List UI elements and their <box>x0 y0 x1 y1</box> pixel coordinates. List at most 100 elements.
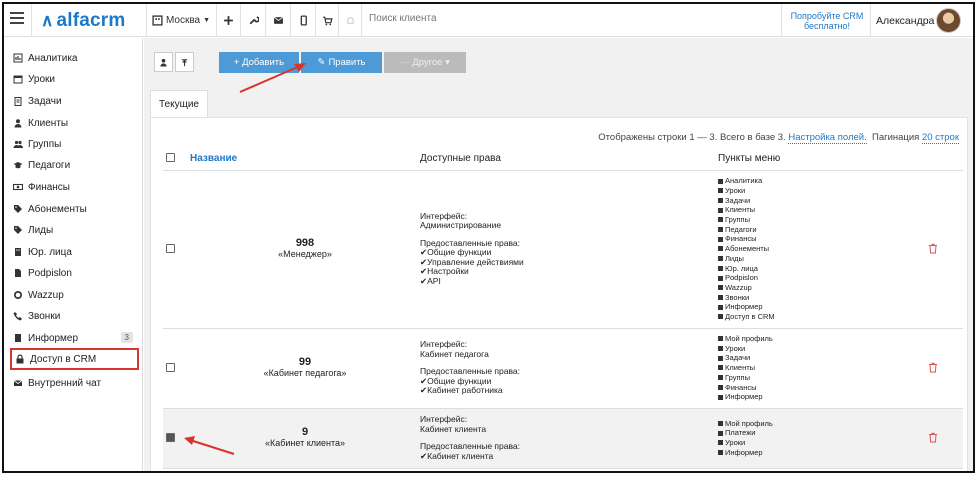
sidebar-item-finance[interactable]: Финансы <box>12 178 137 196</box>
role-cell[interactable]: 99 «Кабинет педагога» <box>190 328 420 409</box>
phone-icon <box>12 311 23 322</box>
right-item: ✔Настройки <box>420 266 469 277</box>
roles-table: Название Доступные права Пункты меню 998… <box>163 148 963 469</box>
pin-button[interactable] <box>175 52 194 72</box>
calendar-icon <box>12 74 23 85</box>
table-row[interactable]: 9 «Кабинет клиента» Интерфейс: Кабинет кл… <box>163 408 963 469</box>
sidebar-item-lessons[interactable]: Уроки <box>12 70 137 88</box>
row-checkbox[interactable] <box>166 432 175 442</box>
menu-item-icon <box>718 336 723 342</box>
mobile-icon[interactable] <box>291 4 315 37</box>
sidebar-item-label: Абонементы <box>28 203 87 215</box>
menu-item: Доступ в CRM <box>718 312 928 322</box>
sidebar-item-legal-entities[interactable]: Юр. лица <box>12 243 137 261</box>
sidebar-item-teachers[interactable]: Педагоги <box>12 156 137 174</box>
cart-icon[interactable] <box>316 4 338 37</box>
user-name[interactable]: Александра <box>876 15 934 27</box>
menu-hamburger-icon[interactable] <box>10 12 24 26</box>
column-header-name[interactable]: Название <box>190 148 420 171</box>
role-cell[interactable]: 998 «Менеджер» <box>190 170 420 329</box>
sidebar-item-label: Группы <box>28 138 62 150</box>
menu-item-icon <box>718 394 723 400</box>
sidebar-item-groups[interactable]: Группы <box>12 135 137 153</box>
single-view-button[interactable] <box>154 52 173 72</box>
menu-item-icon <box>718 295 723 300</box>
interface-value: Кабинет клиента <box>420 423 487 434</box>
user-icon <box>12 118 23 129</box>
interface-value: Кабинет педагога <box>420 348 489 359</box>
tab-current[interactable]: Текущие <box>150 90 208 117</box>
role-name: «Менеджер» <box>278 249 332 259</box>
graduation-cap-icon <box>12 160 23 171</box>
menu-item: Информер <box>718 448 928 458</box>
tag-icon <box>12 204 23 215</box>
pagination-select[interactable]: 20 строк <box>921 132 959 144</box>
document-icon <box>12 333 23 344</box>
menu-item-icon <box>718 227 723 233</box>
tab-bar: Текущие <box>150 90 208 117</box>
delete-button[interactable] <box>928 408 963 469</box>
other-dropdown-button[interactable]: ··· Другое ▾ <box>384 52 466 73</box>
trial-promo-link[interactable]: Попробуйте CRM бесплатно! <box>787 11 867 31</box>
sidebar-item-internal-chat[interactable]: Внутренний чат <box>12 374 137 392</box>
sidebar-item-label: Лиды <box>28 224 54 236</box>
menu-item-icon <box>718 355 723 361</box>
wrench-icon[interactable] <box>241 4 265 37</box>
menu-item-icon <box>718 275 723 281</box>
menu-item-icon <box>718 440 723 446</box>
sidebar-item-clients[interactable]: Клиенты <box>12 114 137 132</box>
sidebar-item-podpislon[interactable]: Podpislon <box>12 264 137 282</box>
menu-item: Звонки <box>718 293 928 303</box>
sidebar-item-analytics[interactable]: Аналитика <box>12 49 137 67</box>
menu-item: Информер <box>718 302 928 312</box>
bell-icon[interactable] <box>339 4 361 37</box>
sidebar-item-leads[interactable]: Лиды <box>12 221 137 239</box>
users-icon <box>12 139 23 150</box>
sidebar-item-label: Юр. лица <box>28 246 72 258</box>
row-checkbox[interactable] <box>166 362 175 372</box>
menu-item: Уроки <box>718 438 928 448</box>
row-checkbox[interactable] <box>166 243 175 253</box>
right-item: ✔Кабинет клиента <box>420 450 494 461</box>
sidebar-item-subscriptions[interactable]: Абонементы <box>12 200 137 218</box>
menu-item: Мой профиль <box>718 334 928 344</box>
menu-item: Аналитика <box>718 176 928 186</box>
sidebar-item-label: Внутренний чат <box>28 377 102 389</box>
chart-icon <box>12 53 23 64</box>
menu-cell: Мой профиль Платежи Уроки Информер <box>718 408 928 469</box>
avatar[interactable] <box>936 8 961 33</box>
menu-item: Мой профиль <box>718 419 928 429</box>
sidebar-item-label: Аналитика <box>28 52 78 64</box>
clipboard-icon <box>12 96 23 107</box>
field-settings-link[interactable]: Настройка полей. <box>788 132 867 144</box>
menu-item: Финансы <box>718 234 928 244</box>
column-header-menu: Пункты меню <box>718 148 928 171</box>
annotation-arrow-checkbox <box>184 436 235 455</box>
sidebar-item-label: Звонки <box>28 310 61 322</box>
logo[interactable]: ∧ alfacrm <box>41 10 125 32</box>
sidebar-item-calls[interactable]: Звонки <box>12 307 137 325</box>
trash-icon <box>929 432 937 442</box>
delete-button[interactable] <box>928 328 963 409</box>
user-icon <box>160 58 167 67</box>
mail-icon[interactable] <box>266 4 290 37</box>
table-row[interactable]: 998 «Менеджер» Интерфейс: Администрирован… <box>163 170 963 329</box>
delete-button[interactable] <box>928 170 963 329</box>
sidebar-item-label: Wazzup <box>28 289 64 301</box>
sidebar-item-crm-access[interactable]: Доступ в CRM <box>10 348 139 370</box>
menu-item-icon <box>718 178 723 184</box>
client-search-input[interactable]: Поиск клиента <box>369 13 437 24</box>
building-icon <box>12 247 23 258</box>
sidebar-item-tasks[interactable]: Задачи <box>12 92 137 110</box>
interface-value: Администрирование <box>420 220 502 231</box>
table-row[interactable]: 99 «Кабинет педагога» Интерфейс: Кабинет … <box>163 328 963 409</box>
branch-selector[interactable]: Москва ▼ <box>150 4 212 37</box>
plus-icon[interactable] <box>217 4 240 37</box>
sidebar-item-wazzup[interactable]: Wazzup <box>12 286 137 304</box>
sidebar-item-informer[interactable]: Информер 3 <box>12 329 137 347</box>
roles-panel: Отображены строки 1 — 3. Всего в базе 3.… <box>150 117 968 471</box>
logo-text: alfacrm <box>56 10 126 31</box>
menu-item: Группы <box>718 215 928 225</box>
select-all-checkbox[interactable] <box>166 152 175 162</box>
menu-item: Педагоги <box>718 225 928 235</box>
